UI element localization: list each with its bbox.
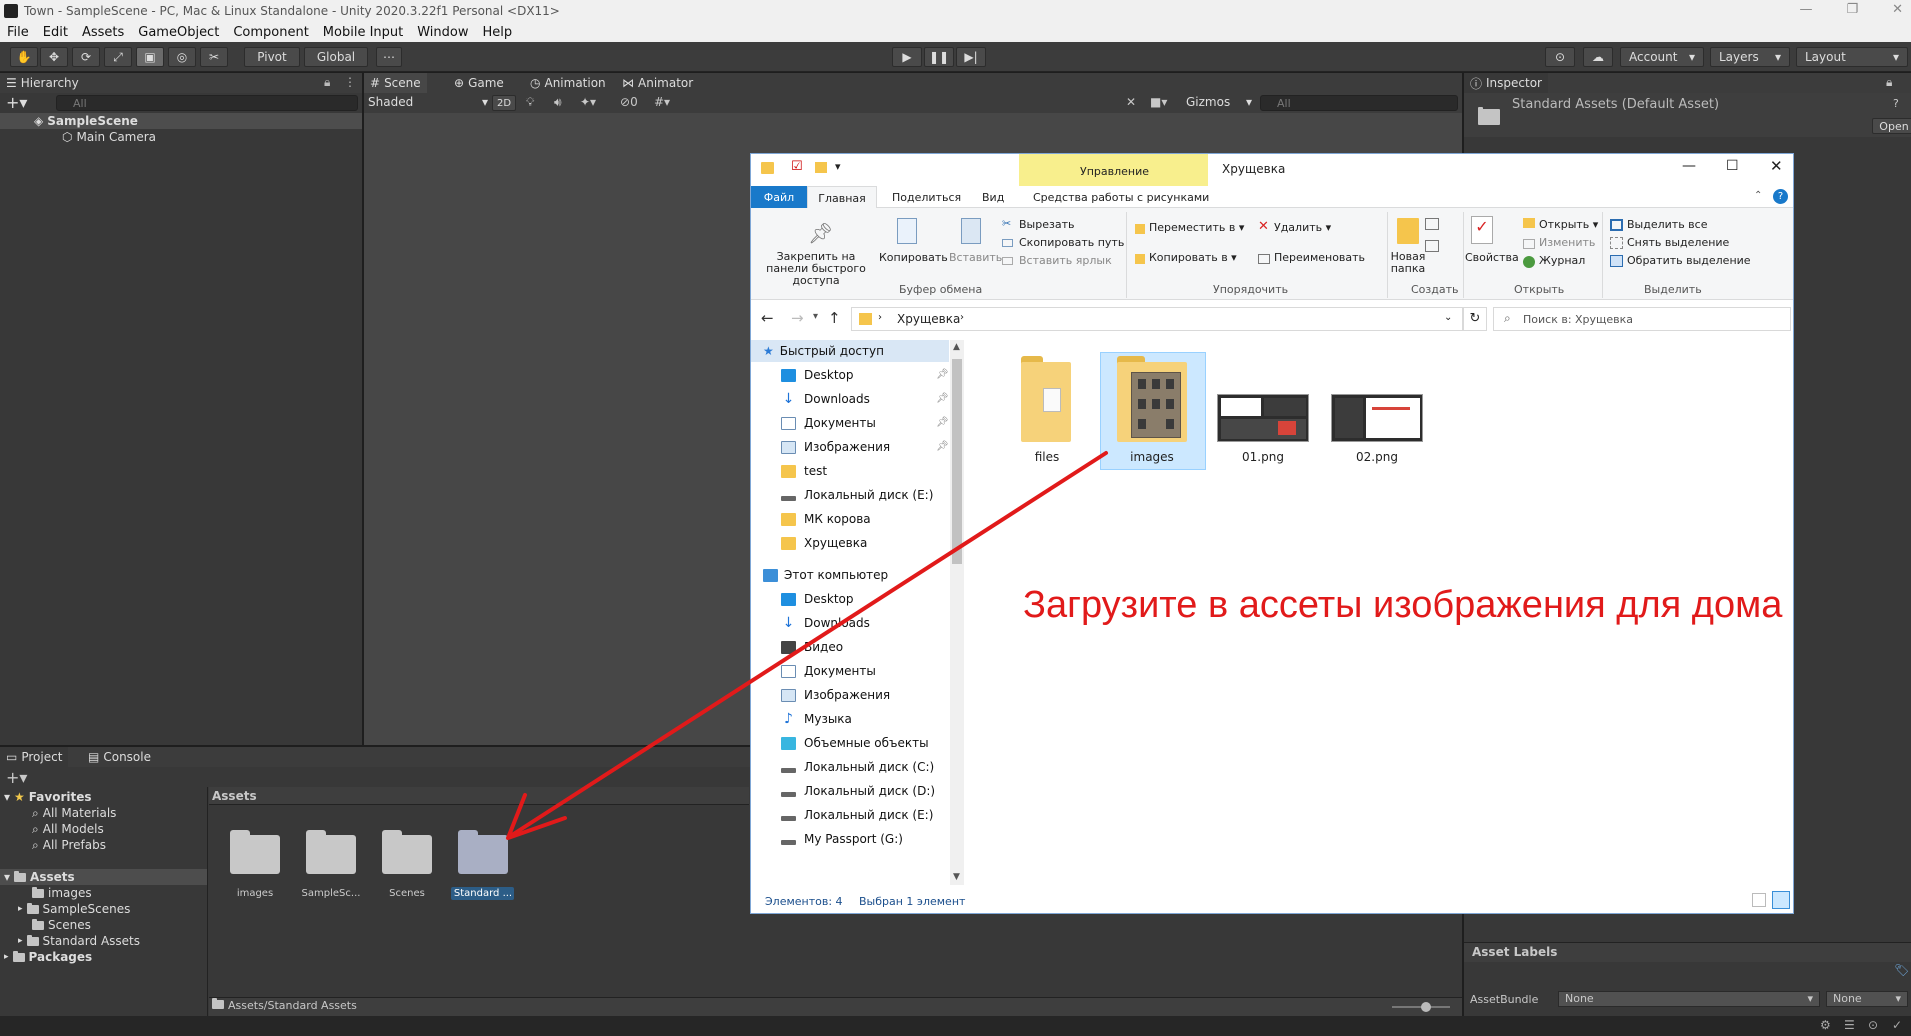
- notification-icon[interactable]: ✓: [1892, 1018, 1902, 1032]
- annotation-text: Загрузите в ассеты изображения для дома: [1023, 584, 1783, 626]
- drag-arrow: [506, 451, 1108, 840]
- drag-arrow-line: [510, 451, 1108, 837]
- debug-icon[interactable]: ⚙: [1820, 1018, 1831, 1032]
- stack-icon[interactable]: ☰: [1844, 1018, 1855, 1032]
- unity-status-bar: [0, 1016, 1911, 1036]
- progress-icon[interactable]: ⊙: [1868, 1018, 1878, 1032]
